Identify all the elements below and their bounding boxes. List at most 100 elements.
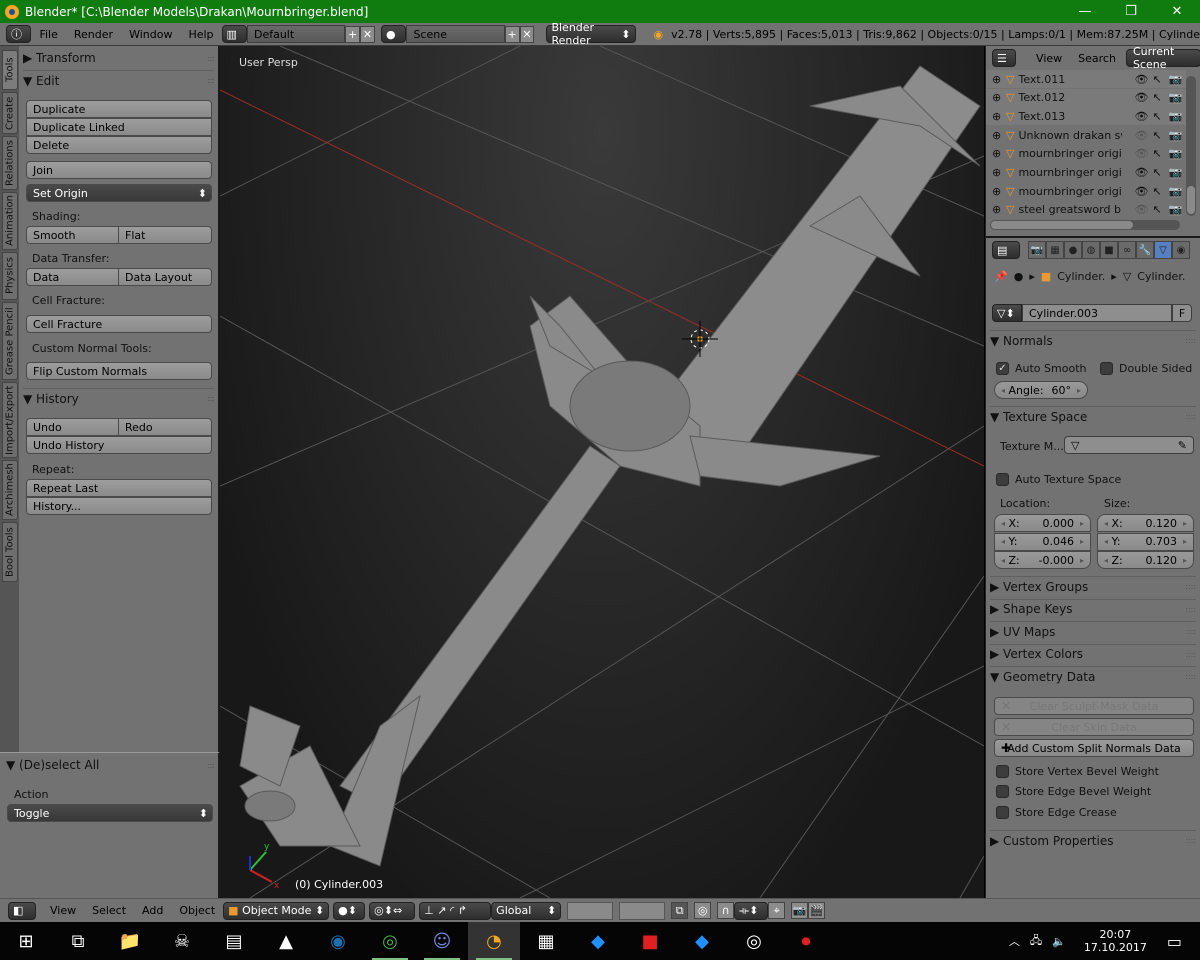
undo-button[interactable]: Undo (26, 418, 119, 436)
tab-archimesh[interactable]: Archimesh (2, 460, 18, 520)
delete-button[interactable]: Delete (26, 136, 212, 154)
minimize-button[interactable]: — (1062, 0, 1108, 23)
clear-skin-data-button[interactable]: ✕ Clear Skin Data (994, 718, 1194, 736)
select-cursor-icon[interactable]: ↖ (1152, 203, 1168, 216)
taskbar-steam-icon[interactable]: ◉ (312, 922, 364, 960)
visibility-eye-icon[interactable]: 👁 (1134, 203, 1152, 216)
menu-window[interactable]: Window (121, 28, 180, 41)
tab-render-layers-icon[interactable]: ▦ (1046, 241, 1064, 259)
expand-plus-icon[interactable]: ⊕ (992, 129, 1002, 142)
outliner-menu-search[interactable]: Search (1070, 52, 1124, 65)
scroll-thumb[interactable] (1187, 186, 1195, 214)
cell-fracture-button[interactable]: Cell Fracture (26, 315, 212, 333)
collapsed-panel-header[interactable]: ▶ Shape Keys:::: (990, 598, 1196, 619)
layout-name-field[interactable]: Default (246, 25, 346, 43)
layout-selector[interactable]: ▥ (221, 25, 247, 43)
mode-select[interactable]: ■ Object Mode ⬍ (223, 901, 330, 920)
clear-sculpt-mask-button[interactable]: ✕ Clear Sculpt-Mask Data (994, 697, 1194, 715)
taskbar-discord-icon[interactable]: ☺ (416, 922, 468, 960)
editor-type-3d-button[interactable]: ◧ (8, 901, 36, 920)
expand-plus-icon[interactable]: ⊕ (992, 185, 1002, 198)
location-y-field[interactable]: ◂ Y: 0.046 ▸ (994, 532, 1091, 551)
tab-render-icon[interactable]: 📷 (1028, 241, 1046, 259)
outliner-row[interactable]: ⊕ ▽ Text.012 👁 ↖ 📷 (986, 88, 1186, 107)
add-custom-split-normals-button[interactable]: ✚ Add Custom Split Normals Data (994, 739, 1194, 757)
opengl-animation-icon[interactable]: 🎬 (808, 902, 826, 919)
expand-plus-icon[interactable]: ⊕ (992, 91, 1002, 104)
eyedropper-icon[interactable]: ✎ (1178, 439, 1187, 452)
repeat-last-button[interactable]: Repeat Last (26, 479, 212, 497)
tab-relations[interactable]: Relations (2, 136, 18, 190)
visibility-eye-icon[interactable]: 👁 (1134, 166, 1152, 179)
render-camera-icon[interactable]: 📷 (1168, 166, 1184, 179)
collapsed-panel-header[interactable]: ▶ UV Maps:::: (990, 621, 1196, 641)
taskbar-roblox-icon[interactable]: ■ (624, 922, 676, 960)
history-panel-header[interactable]: ▼ History:::: (23, 388, 215, 408)
grip-icon[interactable]: :::: (1185, 582, 1196, 591)
duplicate-linked-button[interactable]: Duplicate Linked (26, 118, 212, 136)
outliner-row-name[interactable]: steel greatsword b (1018, 203, 1122, 216)
taskbar-file-explorer-icon[interactable]: 📁 (104, 922, 156, 960)
visibility-eye-icon[interactable]: 👁 (1134, 129, 1152, 142)
outliner-row-name[interactable]: Unknown drakan swor (1018, 129, 1122, 142)
clock[interactable]: 20:07 17.10.2017 (1084, 928, 1147, 954)
visibility-eye-icon[interactable]: 👁 (1134, 91, 1152, 104)
select-cursor-icon[interactable]: ↖ (1152, 129, 1168, 142)
size-x-field[interactable]: ◂ X: 0.120 ▸ (1097, 514, 1194, 532)
texture-mesh-field[interactable]: ▽ ✎ (1064, 436, 1194, 454)
snap-target-icon[interactable]: ⌖ (768, 902, 786, 919)
tab-modifiers-icon[interactable]: 🔧 (1136, 241, 1154, 259)
outliner-menu-view[interactable]: View (1028, 52, 1070, 65)
outliner-row-name[interactable]: Text.013 (1018, 110, 1122, 123)
visibility-eye-icon[interactable]: 👁 (1134, 185, 1152, 198)
outliner-row-name[interactable]: mournbringer original (1018, 147, 1122, 160)
grip-icon[interactable]: :::: (1185, 627, 1196, 636)
grip-icon[interactable]: :::: (207, 54, 215, 63)
redo-button[interactable]: Redo (118, 418, 212, 436)
3d-viewport[interactable]: User Persp x y (0) Cylinder.003 (220, 46, 984, 898)
outliner-hscroll[interactable] (990, 220, 1180, 230)
grip-icon[interactable]: :::: (207, 76, 215, 85)
render-camera-icon[interactable]: 📷 (1168, 203, 1184, 216)
auto-smooth-checkbox[interactable]: ✓ Auto Smooth (996, 362, 1086, 375)
lock-layers-icon[interactable]: ⧉ (671, 902, 689, 919)
expand-plus-icon[interactable]: ⊕ (992, 73, 1002, 86)
outliner-row[interactable]: ⊕ ▽Unknown drakan swor 👁↖📷 (986, 126, 1186, 144)
duplicate-button[interactable]: Duplicate (26, 100, 212, 118)
deselect-all-header[interactable]: ▼ (De)select All:::: (6, 755, 215, 775)
geometry-data-panel-header[interactable]: ▼ Geometry Data:::: (990, 666, 1196, 686)
render-camera-icon[interactable]: 📷 (1168, 91, 1184, 104)
outliner-row-name[interactable]: mournbringer original.0 (1018, 185, 1122, 198)
outliner-row[interactable]: ⊕ ▽ Text.013 👁 ↖ 📷 (986, 107, 1186, 126)
viewport-shading-select[interactable]: ●⬍ (333, 901, 366, 920)
visibility-eye-icon[interactable]: 👁 (1134, 110, 1152, 123)
expand-plus-icon[interactable]: ⊕ (992, 203, 1002, 216)
scene-selector[interactable]: ● (380, 25, 407, 43)
outliner-editor-type[interactable]: ☰ (992, 49, 1017, 67)
grip-icon[interactable]: :::: (1185, 336, 1196, 345)
snap-element-select[interactable]: ⟛⬍ (734, 901, 769, 920)
normals-panel-header[interactable]: ▼ Normals:::: (990, 330, 1196, 350)
taskbar-notepad-app-icon[interactable]: ▤ (208, 922, 260, 960)
outliner-row[interactable]: ⊕ ▽mournbringer original.0 👁↖📷 (986, 164, 1186, 182)
outliner-vscroll[interactable] (1186, 76, 1196, 216)
transform-panel-header[interactable]: ▶ Transform:::: (23, 48, 215, 68)
pivot-point-select[interactable]: ◎⬍⇔ (369, 901, 416, 920)
render-camera-icon[interactable]: 📷 (1168, 129, 1184, 142)
texture-space-panel-header[interactable]: ▼ Texture Space:::: (990, 406, 1196, 426)
mesh-browse-button[interactable]: ▽⬍ (992, 304, 1022, 322)
render-camera-icon[interactable]: 📷 (1168, 73, 1184, 86)
undo-history-button[interactable]: Undo History (26, 436, 212, 454)
tab-create[interactable]: Create (2, 92, 18, 134)
repeat-history-button[interactable]: History... (26, 497, 212, 515)
layers-grid-2[interactable] (619, 901, 666, 920)
tab-animation[interactable]: Animation (2, 192, 18, 250)
taskbar-blender-icon[interactable]: ◔ (468, 922, 520, 960)
tab-import-export[interactable]: Import/Export (2, 382, 18, 458)
select-cursor-icon[interactable]: ↖ (1152, 91, 1168, 104)
render-camera-icon[interactable]: 📷 (1168, 185, 1184, 198)
visibility-eye-icon[interactable]: 👁 (1134, 147, 1152, 160)
store-vertex-bevel-checkbox[interactable]: Store Vertex Bevel Weight (996, 765, 1159, 778)
fake-user-button[interactable]: F (1172, 304, 1192, 322)
auto-texture-space-checkbox[interactable]: Auto Texture Space (996, 473, 1121, 486)
